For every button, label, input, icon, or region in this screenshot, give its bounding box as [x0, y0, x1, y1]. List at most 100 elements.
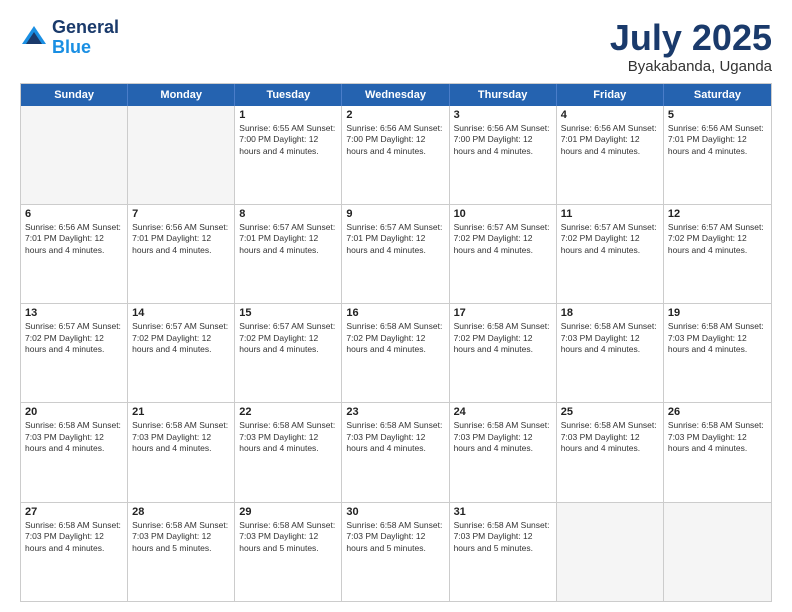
day-number: 31 [454, 506, 552, 518]
week-row-1: 1 Sunrise: 6:55 AM Sunset: 7:00 PM Daylig… [21, 106, 771, 205]
day-number: 17 [454, 307, 552, 319]
day-cell-11: 11 Sunrise: 6:57 AM Sunset: 7:02 PM Dayli… [557, 205, 664, 303]
day-number: 22 [239, 406, 337, 418]
empty-cell [128, 106, 235, 204]
day-header-monday: Monday [128, 84, 235, 106]
day-info: Sunrise: 6:58 AM Sunset: 7:03 PM Dayligh… [668, 420, 767, 454]
calendar: SundayMondayTuesdayWednesdayThursdayFrid… [20, 83, 772, 602]
day-info: Sunrise: 6:58 AM Sunset: 7:03 PM Dayligh… [561, 321, 659, 355]
day-info: Sunrise: 6:58 AM Sunset: 7:03 PM Dayligh… [346, 420, 444, 454]
day-number: 20 [25, 406, 123, 418]
day-cell-28: 28 Sunrise: 6:58 AM Sunset: 7:03 PM Dayli… [128, 503, 235, 601]
day-number: 18 [561, 307, 659, 319]
day-info: Sunrise: 6:58 AM Sunset: 7:03 PM Dayligh… [454, 520, 552, 554]
week-row-5: 27 Sunrise: 6:58 AM Sunset: 7:03 PM Dayli… [21, 503, 771, 601]
week-row-3: 13 Sunrise: 6:57 AM Sunset: 7:02 PM Dayli… [21, 304, 771, 403]
day-info: Sunrise: 6:56 AM Sunset: 7:01 PM Dayligh… [561, 123, 659, 157]
day-number: 10 [454, 208, 552, 220]
day-info: Sunrise: 6:58 AM Sunset: 7:02 PM Dayligh… [346, 321, 444, 355]
empty-cell [21, 106, 128, 204]
day-cell-5: 5 Sunrise: 6:56 AM Sunset: 7:01 PM Daylig… [664, 106, 771, 204]
empty-cell [664, 503, 771, 601]
day-info: Sunrise: 6:56 AM Sunset: 7:01 PM Dayligh… [25, 222, 123, 256]
day-number: 1 [239, 109, 337, 121]
day-info: Sunrise: 6:58 AM Sunset: 7:03 PM Dayligh… [132, 520, 230, 554]
day-cell-9: 9Sunrise: 6:57 AM Sunset: 7:01 PM Daylig… [342, 205, 449, 303]
day-info: Sunrise: 6:56 AM Sunset: 7:00 PM Dayligh… [346, 123, 444, 157]
day-number: 14 [132, 307, 230, 319]
day-info: Sunrise: 6:57 AM Sunset: 7:02 PM Dayligh… [132, 321, 230, 355]
day-info: Sunrise: 6:58 AM Sunset: 7:03 PM Dayligh… [239, 520, 337, 554]
day-header-friday: Friday [557, 84, 664, 106]
day-number: 12 [668, 208, 767, 220]
day-info: Sunrise: 6:56 AM Sunset: 7:01 PM Dayligh… [132, 222, 230, 256]
day-info: Sunrise: 6:57 AM Sunset: 7:02 PM Dayligh… [239, 321, 337, 355]
day-cell-29: 29 Sunrise: 6:58 AM Sunset: 7:03 PM Dayli… [235, 503, 342, 601]
day-number: 21 [132, 406, 230, 418]
day-cell-17: 17Sunrise: 6:58 AM Sunset: 7:02 PM Dayli… [450, 304, 557, 402]
day-number: 29 [239, 506, 337, 518]
day-info: Sunrise: 6:58 AM Sunset: 7:03 PM Dayligh… [132, 420, 230, 454]
week-row-2: 6Sunrise: 6:56 AM Sunset: 7:01 PM Daylig… [21, 205, 771, 304]
day-info: Sunrise: 6:55 AM Sunset: 7:00 PM Dayligh… [239, 123, 337, 157]
day-number: 19 [668, 307, 767, 319]
day-number: 4 [561, 109, 659, 121]
month-title: July 2025 [610, 18, 772, 58]
day-cell-14: 14 Sunrise: 6:57 AM Sunset: 7:02 PM Dayli… [128, 304, 235, 402]
day-number: 11 [561, 208, 659, 220]
day-cell-19: 19 Sunrise: 6:58 AM Sunset: 7:03 PM Dayli… [664, 304, 771, 402]
day-cell-3: 3Sunrise: 6:56 AM Sunset: 7:00 PM Daylig… [450, 106, 557, 204]
title-block: July 2025 Byakabanda, Uganda [610, 18, 772, 75]
day-info: Sunrise: 6:56 AM Sunset: 7:01 PM Dayligh… [668, 123, 767, 157]
day-number: 30 [346, 506, 444, 518]
day-number: 28 [132, 506, 230, 518]
day-cell-1: 1 Sunrise: 6:55 AM Sunset: 7:00 PM Daylig… [235, 106, 342, 204]
day-header-sunday: Sunday [21, 84, 128, 106]
day-number: 2 [346, 109, 444, 121]
day-cell-10: 10Sunrise: 6:57 AM Sunset: 7:02 PM Dayli… [450, 205, 557, 303]
calendar-body: 1 Sunrise: 6:55 AM Sunset: 7:00 PM Daylig… [21, 106, 771, 601]
day-header-saturday: Saturday [664, 84, 771, 106]
day-number: 27 [25, 506, 123, 518]
day-cell-26: 26 Sunrise: 6:58 AM Sunset: 7:03 PM Dayli… [664, 403, 771, 501]
day-number: 13 [25, 307, 123, 319]
day-info: Sunrise: 6:57 AM Sunset: 7:02 PM Dayligh… [561, 222, 659, 256]
calendar-header-row: SundayMondayTuesdayWednesdayThursdayFrid… [21, 84, 771, 106]
day-number: 5 [668, 109, 767, 121]
day-cell-7: 7 Sunrise: 6:56 AM Sunset: 7:01 PM Daylig… [128, 205, 235, 303]
day-number: 26 [668, 406, 767, 418]
day-cell-8: 8 Sunrise: 6:57 AM Sunset: 7:01 PM Daylig… [235, 205, 342, 303]
day-cell-22: 22 Sunrise: 6:58 AM Sunset: 7:03 PM Dayli… [235, 403, 342, 501]
day-cell-24: 24 Sunrise: 6:58 AM Sunset: 7:03 PM Dayli… [450, 403, 557, 501]
day-cell-31: 31 Sunrise: 6:58 AM Sunset: 7:03 PM Dayli… [450, 503, 557, 601]
logo: General Blue [20, 18, 119, 58]
day-number: 7 [132, 208, 230, 220]
day-cell-16: 16 Sunrise: 6:58 AM Sunset: 7:02 PM Dayli… [342, 304, 449, 402]
day-info: Sunrise: 6:58 AM Sunset: 7:03 PM Dayligh… [561, 420, 659, 454]
day-header-thursday: Thursday [450, 84, 557, 106]
day-cell-23: 23 Sunrise: 6:58 AM Sunset: 7:03 PM Dayli… [342, 403, 449, 501]
day-number: 24 [454, 406, 552, 418]
day-info: Sunrise: 6:57 AM Sunset: 7:01 PM Dayligh… [239, 222, 337, 256]
day-number: 8 [239, 208, 337, 220]
day-cell-2: 2 Sunrise: 6:56 AM Sunset: 7:00 PM Daylig… [342, 106, 449, 204]
header: General Blue July 2025 Byakabanda, Ugand… [20, 18, 772, 75]
day-number: 3 [454, 109, 552, 121]
day-cell-30: 30Sunrise: 6:58 AM Sunset: 7:03 PM Dayli… [342, 503, 449, 601]
day-info: Sunrise: 6:57 AM Sunset: 7:01 PM Dayligh… [346, 222, 444, 256]
day-info: Sunrise: 6:58 AM Sunset: 7:03 PM Dayligh… [454, 420, 552, 454]
day-number: 16 [346, 307, 444, 319]
empty-cell [557, 503, 664, 601]
day-header-tuesday: Tuesday [235, 84, 342, 106]
day-info: Sunrise: 6:57 AM Sunset: 7:02 PM Dayligh… [668, 222, 767, 256]
day-number: 23 [346, 406, 444, 418]
day-cell-4: 4 Sunrise: 6:56 AM Sunset: 7:01 PM Daylig… [557, 106, 664, 204]
day-cell-13: 13Sunrise: 6:57 AM Sunset: 7:02 PM Dayli… [21, 304, 128, 402]
day-cell-20: 20Sunrise: 6:58 AM Sunset: 7:03 PM Dayli… [21, 403, 128, 501]
day-header-wednesday: Wednesday [342, 84, 449, 106]
day-info: Sunrise: 6:58 AM Sunset: 7:03 PM Dayligh… [239, 420, 337, 454]
day-cell-15: 15Sunrise: 6:57 AM Sunset: 7:02 PM Dayli… [235, 304, 342, 402]
day-info: Sunrise: 6:58 AM Sunset: 7:03 PM Dayligh… [668, 321, 767, 355]
day-cell-27: 27Sunrise: 6:58 AM Sunset: 7:03 PM Dayli… [21, 503, 128, 601]
logo-icon [20, 24, 48, 52]
